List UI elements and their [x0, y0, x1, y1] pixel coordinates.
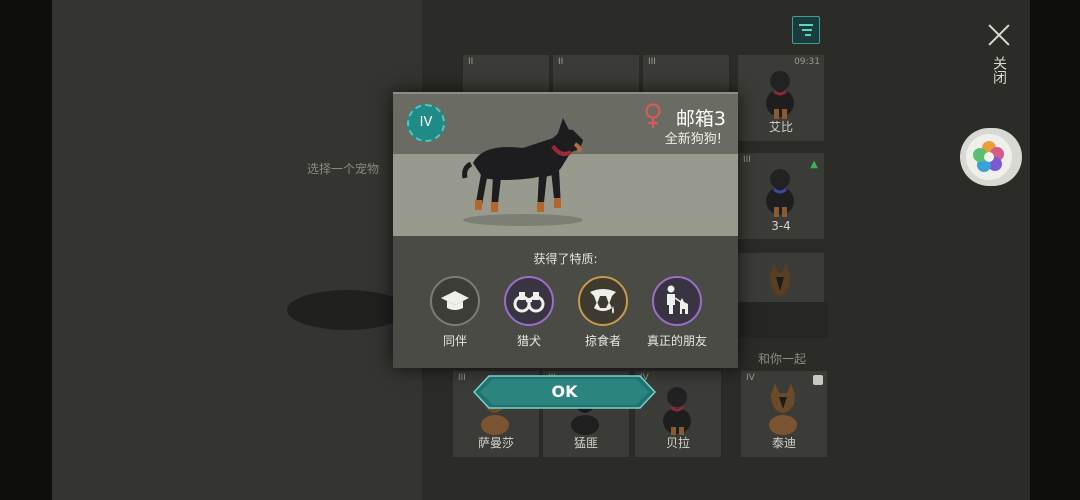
traits-title: 获得了特质:	[533, 252, 598, 266]
filter-line-icon	[802, 29, 812, 31]
close-icon[interactable]	[986, 22, 1012, 48]
stage-edge	[393, 92, 738, 94]
rottweiler-icon	[766, 169, 794, 217]
pet-tier: II	[558, 57, 564, 67]
pet-name: 艾比	[768, 120, 793, 134]
row-label: 和你一起	[758, 352, 807, 366]
shepherd-icon	[769, 383, 797, 435]
filter-button[interactable]	[792, 16, 820, 44]
ok-label: OK	[551, 382, 578, 401]
graduation-cap-icon	[430, 276, 480, 326]
trait-companion[interactable]: 同伴	[420, 276, 490, 349]
pet-name: 猛匪	[573, 436, 598, 450]
pet-tier: III	[458, 373, 466, 383]
new-pet-subtitle: 全新狗狗!	[664, 132, 722, 147]
pet-cell[interactable]: IV 泰迪	[740, 370, 828, 458]
rottweiler-icon	[663, 387, 691, 435]
rottweiler-icon	[766, 71, 794, 119]
pet-cell[interactable]	[737, 252, 825, 304]
upgrade-arrow-icon: ▲	[810, 159, 818, 170]
pet-tier: III	[648, 57, 656, 67]
pet-tier: IV	[746, 373, 755, 383]
fangs-icon	[578, 276, 628, 326]
pet-cell[interactable]: 09:31 艾比	[737, 54, 825, 142]
pet-name: 3-4	[771, 219, 791, 233]
grid-divider	[738, 302, 828, 338]
pet-preview-shadow	[287, 290, 407, 330]
pet-name-title: 邮箱3	[675, 108, 726, 130]
filter-line-icon	[799, 24, 813, 26]
ok-button[interactable]: OK	[473, 375, 656, 409]
rottweiler-model	[462, 118, 583, 226]
gift-icon	[813, 375, 823, 385]
pet-cell[interactable]: III ▲ 3-4	[737, 152, 825, 240]
trait-label: 掠食者	[584, 334, 621, 348]
binoculars-icon	[504, 276, 554, 326]
flower-logo-icon	[966, 134, 1012, 180]
rank-badge: IV	[407, 104, 445, 142]
trait-label: 猎犬	[516, 334, 541, 348]
trait-predator[interactable]: 掠食者	[568, 276, 638, 349]
pet-name: 萨曼莎	[477, 436, 514, 450]
close-label[interactable]: 关闭	[990, 56, 1008, 84]
trait-true-friend[interactable]: 真正的朋友	[642, 276, 712, 349]
new-pet-dialog: IV 邮箱3 全新狗狗! 获得了特质: 同伴 猎犬 掠食者 真正的朋友	[393, 92, 738, 368]
pet-name: 泰迪	[771, 436, 796, 450]
person-dog-icon	[652, 276, 702, 326]
pet-tier: III	[743, 155, 751, 165]
floating-menu-button[interactable]	[960, 128, 1022, 186]
pet-tier: II	[468, 57, 474, 67]
trait-label: 同伴	[442, 334, 467, 348]
filter-line-icon	[805, 34, 811, 36]
pet-preview-panel: 选择一个宠物	[52, 0, 422, 500]
shepherd-icon	[770, 263, 790, 297]
select-pet-hint: 选择一个宠物	[307, 162, 380, 176]
pet-stage: IV 邮箱3 全新狗狗!	[393, 92, 738, 236]
pet-name: 贝拉	[665, 436, 690, 450]
female-icon	[645, 103, 661, 128]
trait-hound[interactable]: 猎犬	[494, 276, 564, 349]
trait-label: 真正的朋友	[646, 334, 707, 348]
